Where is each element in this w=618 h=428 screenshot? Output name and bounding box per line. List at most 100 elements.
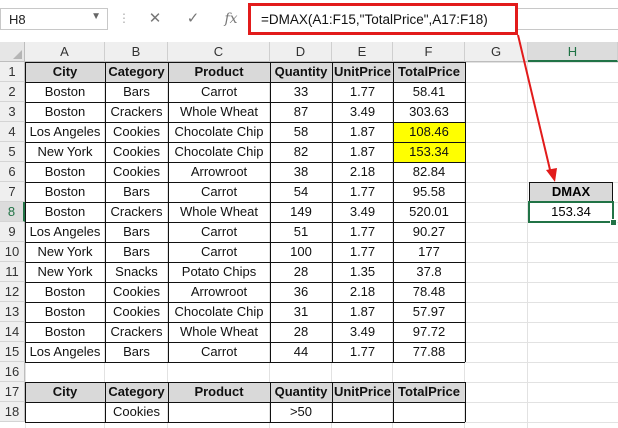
column-header-a[interactable]: A bbox=[25, 42, 105, 62]
table-cell[interactable]: 31 bbox=[270, 302, 332, 322]
column-header-e[interactable]: E bbox=[332, 42, 393, 62]
table-cell[interactable]: Chocolate Chip bbox=[168, 142, 270, 162]
row-header-5[interactable]: 5 bbox=[0, 142, 25, 162]
table-cell[interactable]: 2.18 bbox=[332, 162, 393, 182]
table-cell[interactable]: Cookies bbox=[105, 142, 168, 162]
select-all-button[interactable] bbox=[0, 42, 25, 62]
table-cell[interactable]: 1.77 bbox=[332, 82, 393, 102]
table-cell[interactable]: 1.87 bbox=[332, 302, 393, 322]
table-cell[interactable]: 3.49 bbox=[332, 102, 393, 122]
dmax-label-cell[interactable]: DMAX bbox=[529, 182, 613, 202]
table-cell[interactable]: Boston bbox=[25, 302, 105, 322]
table-cell[interactable]: 37.8 bbox=[393, 262, 465, 282]
dmax-result-cell[interactable]: 153.34 bbox=[528, 201, 614, 223]
row-header-13[interactable]: 13 bbox=[0, 302, 25, 322]
table-cell[interactable]: Boston bbox=[25, 282, 105, 302]
table-cell[interactable]: Whole Wheat bbox=[168, 102, 270, 122]
table-cell[interactable]: Whole Wheat bbox=[168, 202, 270, 222]
criteria-cell[interactable] bbox=[168, 402, 270, 422]
table-cell[interactable]: 1.77 bbox=[332, 342, 393, 362]
table-cell[interactable]: 51 bbox=[270, 222, 332, 242]
criteria-cell[interactable]: Cookies bbox=[105, 402, 168, 422]
row-header-2[interactable]: 2 bbox=[0, 82, 25, 102]
criteria-header-cell[interactable]: Quantity bbox=[270, 382, 332, 402]
table-cell[interactable]: 1.77 bbox=[332, 222, 393, 242]
table-cell[interactable]: 78.48 bbox=[393, 282, 465, 302]
table-cell[interactable]: Bars bbox=[105, 342, 168, 362]
table-cell[interactable]: Los Angeles bbox=[25, 342, 105, 362]
column-header-g[interactable]: G bbox=[465, 42, 528, 62]
table-cell[interactable]: Los Angeles bbox=[25, 222, 105, 242]
cancel-icon[interactable]: ✕ bbox=[144, 8, 166, 30]
table-header-cell[interactable]: City bbox=[25, 62, 105, 82]
table-header-cell[interactable]: TotalPrice bbox=[393, 62, 465, 82]
table-cell[interactable]: 1.77 bbox=[332, 242, 393, 262]
column-header-f[interactable]: F bbox=[393, 42, 465, 62]
table-cell[interactable]: Carrot bbox=[168, 242, 270, 262]
table-cell[interactable]: Boston bbox=[25, 162, 105, 182]
table-header-cell[interactable]: Category bbox=[105, 62, 168, 82]
table-cell[interactable]: Crackers bbox=[105, 202, 168, 222]
table-cell[interactable]: Bars bbox=[105, 82, 168, 102]
row-header-10[interactable]: 10 bbox=[0, 242, 25, 262]
table-cell[interactable]: 108.46 bbox=[393, 122, 465, 142]
formula-input-extension[interactable] bbox=[518, 8, 618, 30]
table-cell[interactable]: 77.88 bbox=[393, 342, 465, 362]
table-cell[interactable]: 54 bbox=[270, 182, 332, 202]
table-cell[interactable]: Arrowroot bbox=[168, 162, 270, 182]
table-cell[interactable]: Carrot bbox=[168, 342, 270, 362]
table-cell[interactable]: 100 bbox=[270, 242, 332, 262]
table-cell[interactable]: Bars bbox=[105, 182, 168, 202]
table-cell[interactable]: 3.49 bbox=[332, 322, 393, 342]
criteria-header-cell[interactable]: Category bbox=[105, 382, 168, 402]
row-header-12[interactable]: 12 bbox=[0, 282, 25, 302]
column-header-d[interactable]: D bbox=[270, 42, 332, 62]
row-header-18[interactable]: 18 bbox=[0, 402, 25, 422]
table-cell[interactable]: 28 bbox=[270, 322, 332, 342]
table-cell[interactable]: 44 bbox=[270, 342, 332, 362]
table-cell[interactable]: Bars bbox=[105, 242, 168, 262]
table-cell[interactable]: 87 bbox=[270, 102, 332, 122]
row-header-11[interactable]: 11 bbox=[0, 262, 25, 282]
table-cell[interactable]: Boston bbox=[25, 102, 105, 122]
table-cell[interactable]: New York bbox=[25, 142, 105, 162]
row-header-6[interactable]: 6 bbox=[0, 162, 25, 182]
table-cell[interactable]: Carrot bbox=[168, 222, 270, 242]
row-header-3[interactable]: 3 bbox=[0, 102, 25, 122]
row-header-17[interactable]: 17 bbox=[0, 382, 25, 402]
row-header-4[interactable]: 4 bbox=[0, 122, 25, 142]
row-header-16[interactable]: 16 bbox=[0, 362, 25, 382]
table-cell[interactable]: 58 bbox=[270, 122, 332, 142]
table-header-cell[interactable]: Quantity bbox=[270, 62, 332, 82]
criteria-header-cell[interactable]: Product bbox=[168, 382, 270, 402]
table-cell[interactable]: Boston bbox=[25, 182, 105, 202]
table-cell[interactable]: 28 bbox=[270, 262, 332, 282]
table-cell[interactable]: Boston bbox=[25, 82, 105, 102]
table-cell[interactable]: 57.97 bbox=[393, 302, 465, 322]
table-cell[interactable]: Crackers bbox=[105, 322, 168, 342]
table-cell[interactable]: Potato Chips bbox=[168, 262, 270, 282]
table-cell[interactable]: Boston bbox=[25, 322, 105, 342]
table-cell[interactable]: 1.35 bbox=[332, 262, 393, 282]
row-header-1[interactable]: 1 bbox=[0, 62, 25, 82]
table-cell[interactable]: 82.84 bbox=[393, 162, 465, 182]
name-box[interactable]: H8 ▼ bbox=[0, 8, 108, 30]
table-cell[interactable]: 90.27 bbox=[393, 222, 465, 242]
insert-function-button[interactable]: fx bbox=[220, 8, 242, 30]
table-cell[interactable]: 33 bbox=[270, 82, 332, 102]
table-cell[interactable]: 1.87 bbox=[332, 122, 393, 142]
table-cell[interactable]: 2.18 bbox=[332, 282, 393, 302]
formula-input[interactable]: =DMAX(A1:F15,"TotalPrice",A17:F18) bbox=[248, 3, 518, 35]
row-header-15[interactable]: 15 bbox=[0, 342, 25, 362]
column-header-b[interactable]: B bbox=[105, 42, 168, 62]
table-cell[interactable]: Boston bbox=[25, 202, 105, 222]
criteria-cell[interactable]: >50 bbox=[270, 402, 332, 422]
table-cell[interactable]: 36 bbox=[270, 282, 332, 302]
table-cell[interactable]: Cookies bbox=[105, 122, 168, 142]
drag-handle-icon[interactable]: ⋮ bbox=[118, 11, 131, 25]
criteria-header-cell[interactable]: TotalPrice bbox=[393, 382, 465, 402]
table-cell[interactable]: New York bbox=[25, 262, 105, 282]
criteria-header-cell[interactable]: UnitPrice bbox=[332, 382, 393, 402]
fill-handle[interactable] bbox=[610, 219, 617, 226]
table-cell[interactable]: Carrot bbox=[168, 182, 270, 202]
